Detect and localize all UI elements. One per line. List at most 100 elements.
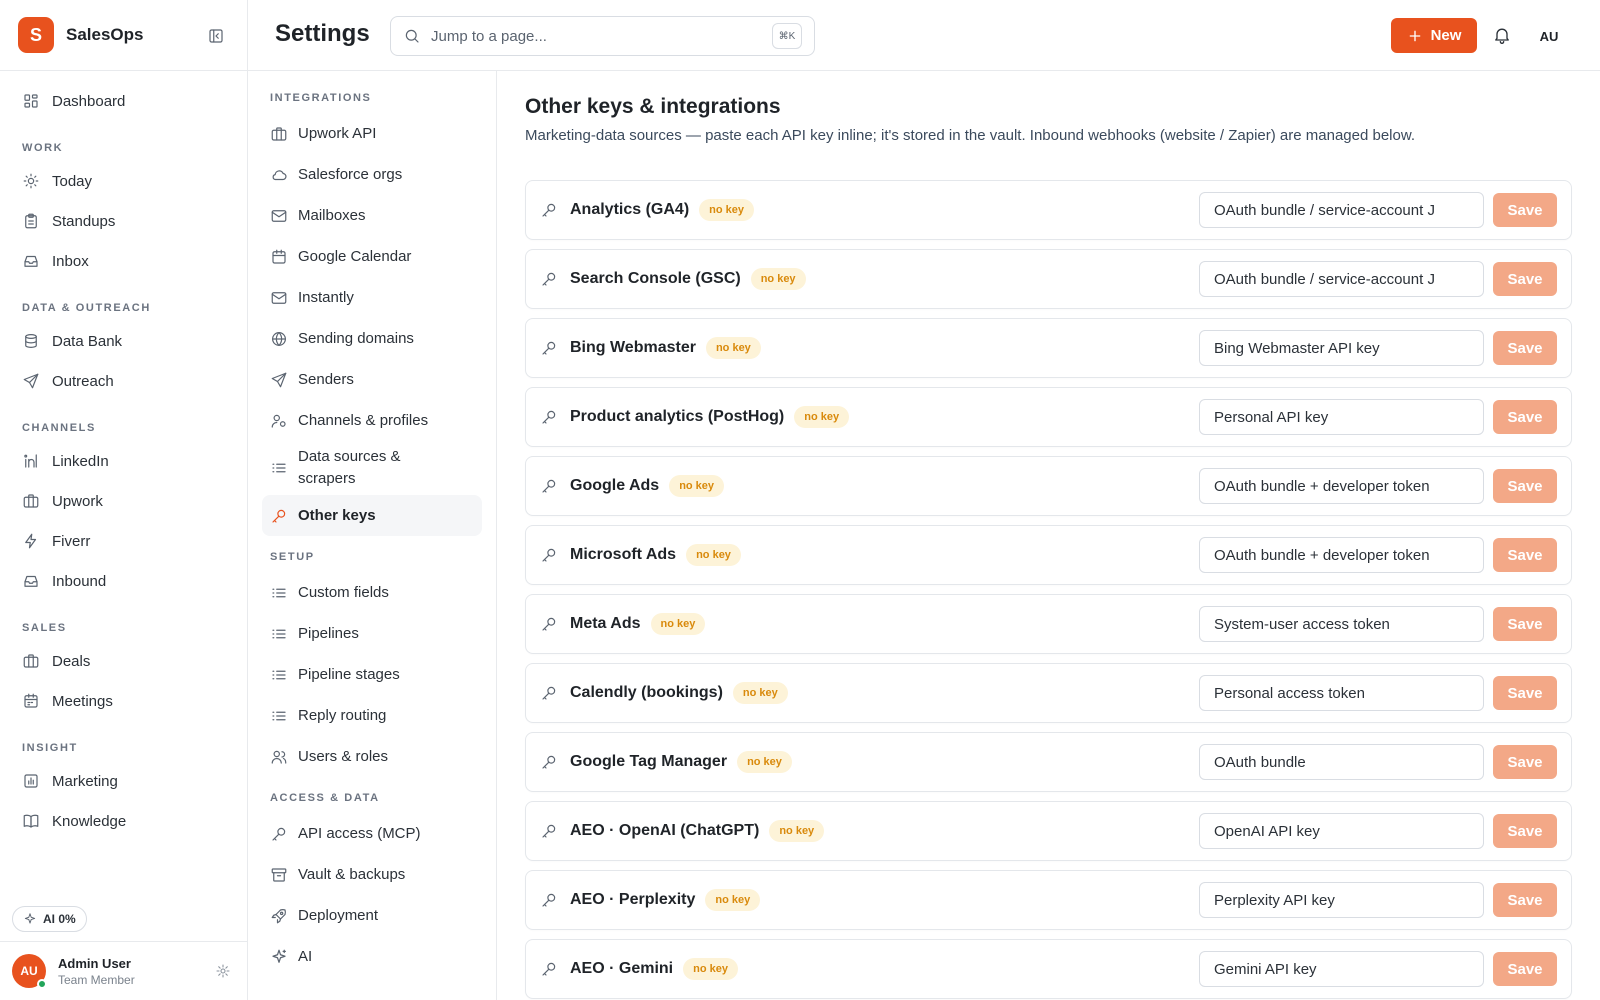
sidebar-item-marketing[interactable]: Marketing bbox=[12, 761, 235, 801]
key-icon bbox=[542, 341, 556, 355]
settings-item-other-keys[interactable]: Other keys bbox=[262, 495, 482, 536]
collapse-sidebar-button[interactable] bbox=[203, 23, 229, 49]
settings-item-pipeline-stages[interactable]: Pipeline stages bbox=[262, 654, 482, 695]
sidebar-item-label: Data Bank bbox=[52, 332, 123, 350]
settings-item-reply-routing[interactable]: Reply routing bbox=[262, 695, 482, 736]
page-title: Settings bbox=[275, 20, 370, 47]
sidebar: S SalesOps Dashboard WORK Today Standups… bbox=[0, 0, 248, 1000]
api-key-input[interactable] bbox=[1199, 951, 1484, 987]
api-key-input[interactable] bbox=[1199, 330, 1484, 366]
sidebar-item-outreach[interactable]: Outreach bbox=[12, 361, 235, 401]
sidebar-item-inbound[interactable]: Inbound bbox=[12, 561, 235, 601]
cloud-icon bbox=[272, 169, 287, 180]
no-key-badge: no key bbox=[705, 889, 761, 911]
sidebar-item-linkedin[interactable]: LinkedIn bbox=[12, 441, 235, 481]
save-button[interactable]: Save bbox=[1493, 538, 1557, 572]
sidebar-item-fiverr[interactable]: Fiverr bbox=[12, 521, 235, 561]
integration-row: Google Tag Manager no key Save bbox=[525, 732, 1572, 792]
settings-item-api-access[interactable]: API access (MCP) bbox=[262, 813, 482, 854]
search-input[interactable] bbox=[431, 27, 762, 45]
key-icon bbox=[542, 755, 556, 769]
key-icon bbox=[542, 686, 556, 700]
sidebar-item-standups[interactable]: Standups bbox=[12, 201, 235, 241]
search-icon bbox=[405, 29, 419, 43]
settings-item-upwork-api[interactable]: Upwork API bbox=[262, 113, 482, 154]
api-key-input[interactable] bbox=[1199, 468, 1484, 504]
api-key-input[interactable] bbox=[1199, 744, 1484, 780]
search-box[interactable]: ⌘K bbox=[390, 16, 815, 56]
no-key-badge: no key bbox=[705, 337, 761, 359]
save-button[interactable]: Save bbox=[1493, 745, 1557, 779]
api-key-input[interactable] bbox=[1199, 882, 1484, 918]
settings-item-vault-backups[interactable]: Vault & backups bbox=[262, 854, 482, 895]
sidebar-item-label: Knowledge bbox=[52, 812, 127, 830]
integration-row: AEO · Gemini no key Save bbox=[525, 939, 1572, 999]
sidebar-item-label: Standups bbox=[52, 212, 116, 230]
briefcase-icon bbox=[23, 654, 39, 668]
save-button[interactable]: Save bbox=[1493, 262, 1557, 296]
sidebar-item-data-bank[interactable]: Data Bank bbox=[12, 321, 235, 361]
brand: S SalesOps bbox=[0, 0, 247, 71]
api-key-input[interactable] bbox=[1199, 261, 1484, 297]
bolt-icon bbox=[25, 533, 37, 549]
no-key-badge: no key bbox=[650, 613, 706, 635]
sidebar-item-upwork[interactable]: Upwork bbox=[12, 481, 235, 521]
save-button[interactable]: Save bbox=[1493, 952, 1557, 986]
sidebar-item-label: Upwork bbox=[52, 492, 103, 510]
settings-item-users-roles[interactable]: Users & roles bbox=[262, 736, 482, 777]
user-settings-button[interactable] bbox=[215, 963, 231, 979]
settings-item-senders[interactable]: Senders bbox=[262, 359, 482, 400]
new-button[interactable]: New bbox=[1391, 18, 1477, 53]
save-button[interactable]: Save bbox=[1493, 676, 1557, 710]
user-avatar-button[interactable]: AU bbox=[1530, 17, 1568, 55]
user-role: Team Member bbox=[58, 972, 135, 987]
api-key-input[interactable] bbox=[1199, 813, 1484, 849]
no-key-badge: no key bbox=[750, 268, 806, 290]
settings-item-channels-profiles[interactable]: Channels & profiles bbox=[262, 400, 482, 441]
sidebar-item-dashboard[interactable]: Dashboard bbox=[12, 81, 235, 121]
save-button[interactable]: Save bbox=[1493, 469, 1557, 503]
settings-nav: INTEGRATIONS Upwork API Salesforce orgs … bbox=[248, 71, 497, 1000]
app-logo[interactable]: S bbox=[18, 17, 54, 53]
sidebar-item-knowledge[interactable]: Knowledge bbox=[12, 801, 235, 841]
list-icon bbox=[272, 629, 286, 638]
settings-item-label: Google Calendar bbox=[298, 248, 412, 265]
settings-item-ai[interactable]: AI bbox=[262, 936, 482, 977]
sidebar-item-deals[interactable]: Deals bbox=[12, 641, 235, 681]
save-button[interactable]: Save bbox=[1493, 193, 1557, 227]
settings-item-label: Pipelines bbox=[298, 625, 359, 642]
settings-item-mailboxes[interactable]: Mailboxes bbox=[262, 195, 482, 236]
notifications-button[interactable] bbox=[1492, 25, 1512, 45]
sidebar-item-today[interactable]: Today bbox=[12, 161, 235, 201]
save-button[interactable]: Save bbox=[1493, 331, 1557, 365]
save-button[interactable]: Save bbox=[1493, 883, 1557, 917]
settings-item-instantly[interactable]: Instantly bbox=[262, 277, 482, 318]
api-key-input[interactable] bbox=[1199, 537, 1484, 573]
settings-item-sending-domains[interactable]: Sending domains bbox=[262, 318, 482, 359]
api-key-input[interactable] bbox=[1199, 192, 1484, 228]
save-button[interactable]: Save bbox=[1493, 607, 1557, 641]
settings-item-google-calendar[interactable]: Google Calendar bbox=[262, 236, 482, 277]
api-key-input[interactable] bbox=[1199, 606, 1484, 642]
calendar-icon bbox=[272, 249, 286, 264]
sidebar-item-meetings[interactable]: Meetings bbox=[12, 681, 235, 721]
database-icon bbox=[25, 334, 37, 348]
settings-item-pipelines[interactable]: Pipelines bbox=[262, 613, 482, 654]
settings-item-salesforce-orgs[interactable]: Salesforce orgs bbox=[262, 154, 482, 195]
save-button[interactable]: Save bbox=[1493, 814, 1557, 848]
settings-section-integrations: INTEGRATIONS bbox=[270, 92, 372, 104]
key-icon bbox=[272, 827, 286, 841]
settings-item-custom-fields[interactable]: Custom fields bbox=[262, 572, 482, 613]
user-profile[interactable]: AU Admin User Team Member bbox=[0, 941, 247, 1000]
integration-row: Calendly (bookings) no key Save bbox=[525, 663, 1572, 723]
ai-usage-pill[interactable]: AI 0% bbox=[12, 906, 87, 932]
settings-item-deployment[interactable]: Deployment bbox=[262, 895, 482, 936]
sidebar-item-label: Inbound bbox=[52, 572, 107, 590]
new-button-label: New bbox=[1430, 27, 1462, 44]
sidebar-item-inbox[interactable]: Inbox bbox=[12, 241, 235, 281]
integration-row: AEO · Perplexity no key Save bbox=[525, 870, 1572, 930]
save-button[interactable]: Save bbox=[1493, 400, 1557, 434]
api-key-input[interactable] bbox=[1199, 675, 1484, 711]
settings-item-data-sources[interactable]: Data sources & scrapers bbox=[262, 441, 482, 495]
api-key-input[interactable] bbox=[1199, 399, 1484, 435]
